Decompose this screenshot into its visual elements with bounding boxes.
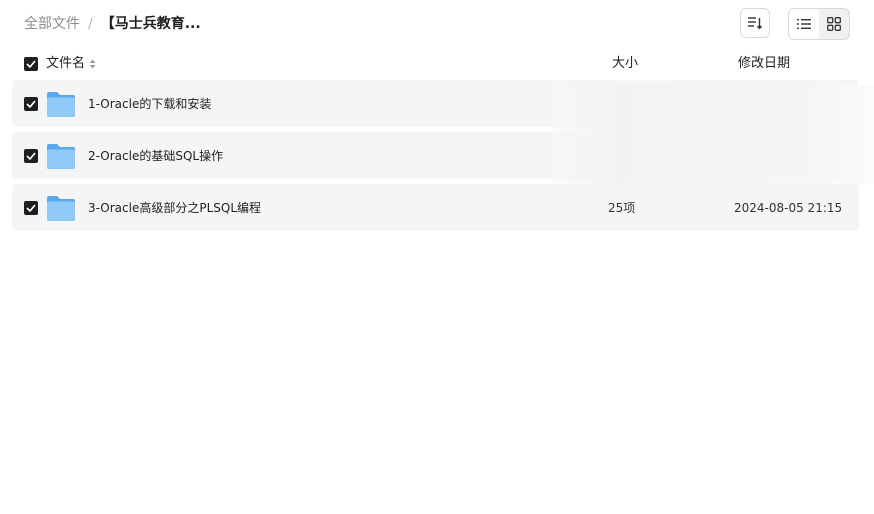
breadcrumb: 全部文件 / 【马士兵教育... xyxy=(24,14,201,34)
folder-icon xyxy=(47,144,75,169)
folder-icon xyxy=(47,196,75,221)
folder-icon xyxy=(47,92,75,117)
row-name[interactable]: 2-Oracle的基础SQL操作 xyxy=(88,147,223,165)
list-view-button[interactable] xyxy=(789,9,819,39)
breadcrumb-current-folder: 【马士兵教育... xyxy=(100,16,201,32)
sort-icon xyxy=(748,17,763,30)
checkmark-icon xyxy=(26,152,36,160)
grid-view-icon xyxy=(827,17,841,31)
row-checkbox[interactable] xyxy=(24,149,38,163)
row-date: 2024-08-05 21:15 xyxy=(734,201,843,215)
grid-view-button[interactable] xyxy=(819,9,849,39)
table-row[interactable]: 3-Oracle高级部分之PLSQL编程 25项 2024-08-05 21:1… xyxy=(12,184,859,231)
top-bar: 全部文件 / 【马士兵教育... xyxy=(0,0,874,48)
list-view-icon xyxy=(797,19,811,29)
size-column-header[interactable]: 大小 xyxy=(612,55,638,73)
name-column-header[interactable]: 文件名 xyxy=(46,55,96,73)
checkmark-icon xyxy=(26,60,36,68)
row-checkbox[interactable] xyxy=(24,97,38,111)
breadcrumb-separator: / xyxy=(88,16,93,32)
row-name[interactable]: 1-Oracle的下载和安装 xyxy=(88,95,211,113)
view-toggle xyxy=(788,8,850,40)
row-name[interactable]: 3-Oracle高级部分之PLSQL编程 xyxy=(88,199,261,217)
sort-toggle-icon xyxy=(89,59,96,68)
name-column-label: 文件名 xyxy=(46,56,86,71)
table-header: 文件名 大小 修改日期 xyxy=(0,52,874,76)
breadcrumb-root-link[interactable]: 全部文件 xyxy=(24,14,80,34)
row-checkbox[interactable] xyxy=(24,201,38,215)
checkmark-icon xyxy=(26,204,36,212)
modified-column-header[interactable]: 修改日期 xyxy=(738,55,790,73)
sort-button[interactable] xyxy=(740,8,770,38)
checkmark-icon xyxy=(26,100,36,108)
select-all-checkbox[interactable] xyxy=(24,57,38,71)
blurred-overlay xyxy=(552,84,874,184)
row-size: 25项 xyxy=(608,201,636,215)
